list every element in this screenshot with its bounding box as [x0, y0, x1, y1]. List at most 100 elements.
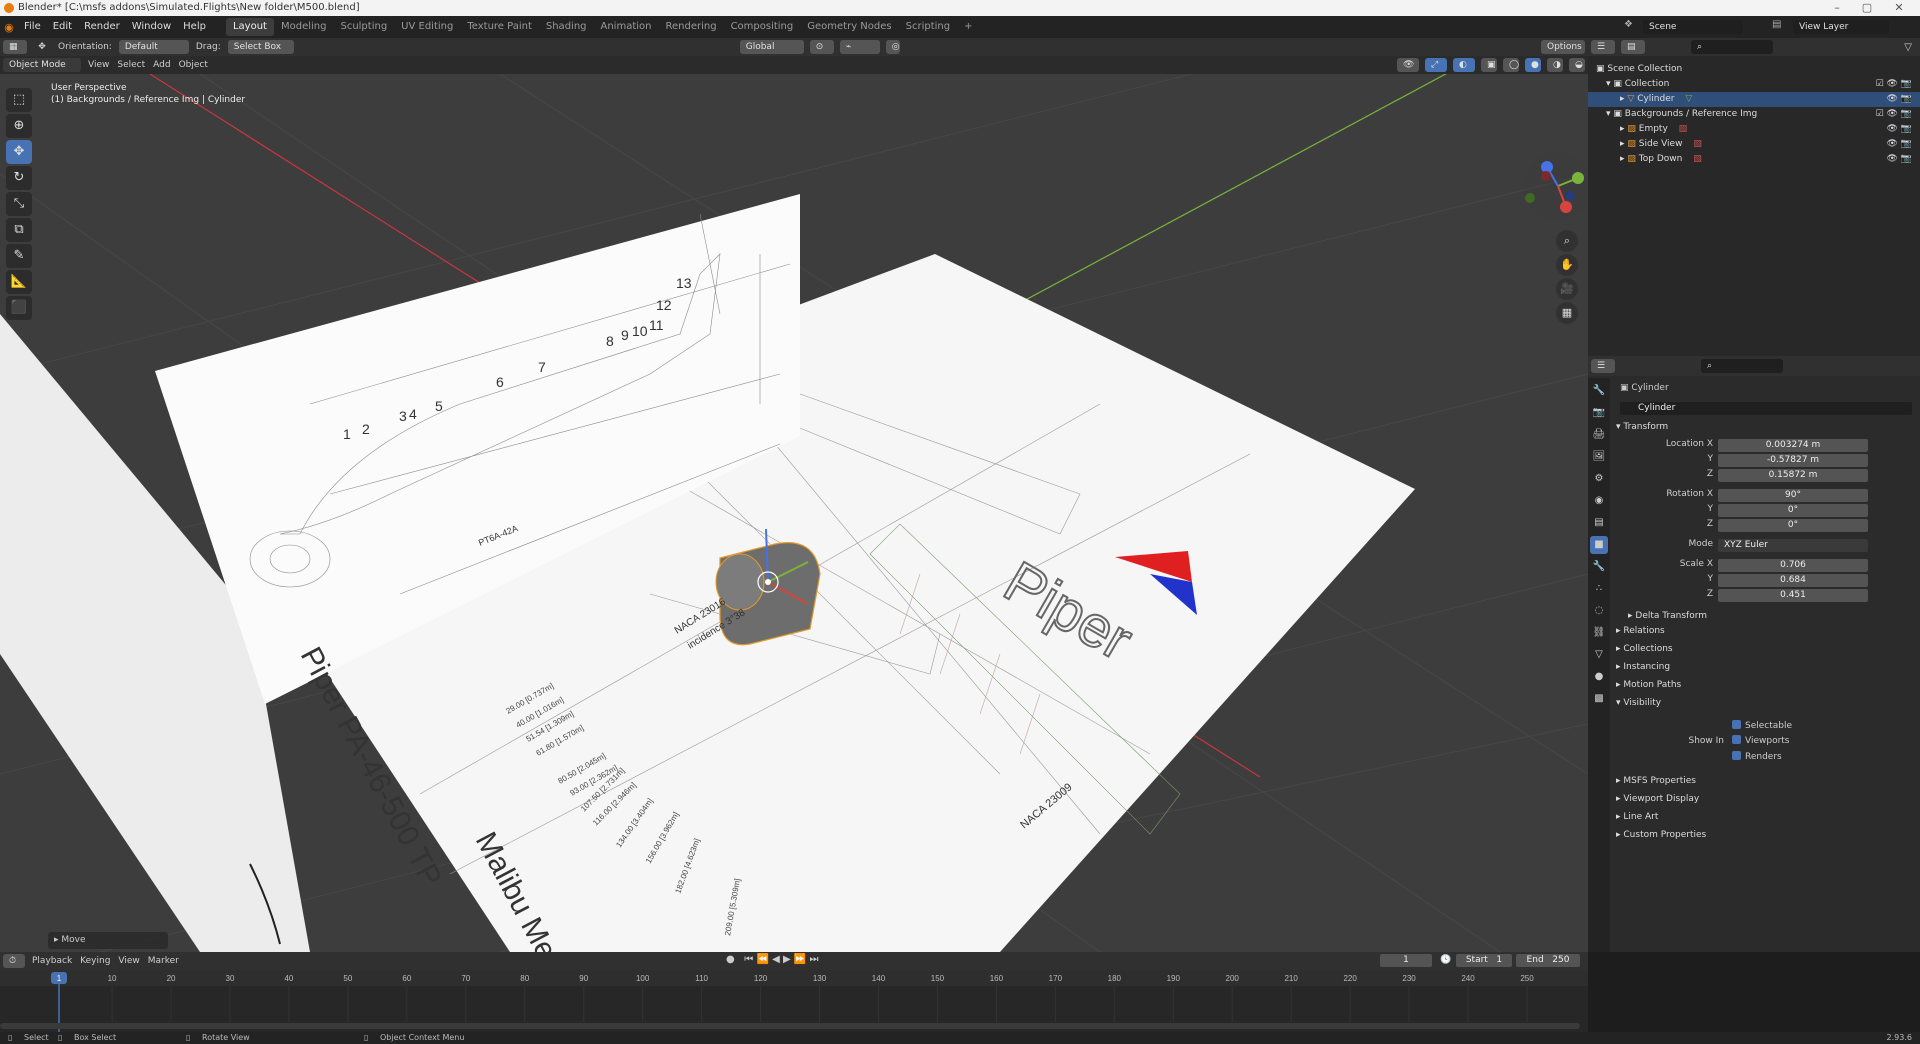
material-shading-icon[interactable]: ◑	[1547, 58, 1563, 72]
gizmo-x-handle[interactable]	[1560, 201, 1572, 213]
zoom-icon[interactable]: ⌕	[1556, 230, 1578, 252]
rotation-x-field[interactable]: 90°	[1718, 489, 1868, 502]
transform-tool-icon[interactable]: ⧉	[6, 218, 32, 242]
workspace-tab-scripting[interactable]: Scripting	[899, 18, 957, 36]
timeline-editor-type-button[interactable]: ⏱	[3, 954, 25, 968]
camera-view-icon[interactable]: 🎥	[1556, 278, 1578, 300]
timeline-area[interactable]: 10 20 30 40 50 60 70 80 90 100 110 120 130 140 150 160 1…	[0, 970, 1588, 1032]
ortho-toggle-icon[interactable]: ▦	[1556, 302, 1578, 324]
viewport-menu-object[interactable]: Object	[179, 60, 208, 70]
snapping-dropdown[interactable]: ⌁	[839, 40, 880, 54]
menu-window[interactable]: Window	[126, 16, 177, 38]
prev-keyframe-icon[interactable]: ⏪	[756, 954, 768, 965]
transform-pivot-icon[interactable]: ✥	[30, 42, 54, 52]
timeline-scrollbar[interactable]	[0, 1023, 1580, 1029]
next-keyframe-icon[interactable]: ⏩	[794, 954, 806, 965]
move-tool-icon[interactable]: ✥	[6, 140, 32, 164]
outliner-row-side-view[interactable]: ▸ ▨ Side View ▧ 👁 📷	[1588, 137, 1920, 152]
gizmo-toggle-icon[interactable]: ⤢	[1425, 58, 1447, 72]
outliner-row-top-down[interactable]: ▸ ▨ Top Down ▧ 👁 📷	[1588, 152, 1920, 167]
gizmo-neg-x-handle[interactable]	[1541, 171, 1551, 181]
playback-menu[interactable]: Playback	[32, 956, 72, 966]
menu-help[interactable]: Help	[177, 16, 212, 38]
object-mode-dropdown[interactable]: Object Mode	[3, 58, 81, 72]
modifier-tab-icon[interactable]: 🔧	[1590, 558, 1608, 576]
view-layer-tab-icon[interactable]: 🖼	[1590, 448, 1608, 466]
msfs-properties-section[interactable]: ▸ MSFS Properties	[1616, 776, 1696, 786]
location-x-field[interactable]: 0.003274 m	[1718, 439, 1868, 452]
scene-selector[interactable]: Scene	[1643, 20, 1743, 34]
world-tab-icon[interactable]: ◉	[1590, 492, 1608, 510]
scale-tool-icon[interactable]: ⤡	[6, 192, 32, 216]
workspace-tab-compositing[interactable]: Compositing	[724, 18, 801, 36]
jump-end-icon[interactable]: ⏭	[810, 954, 819, 965]
viewport-menu-select[interactable]: Select	[117, 60, 145, 70]
keying-menu[interactable]: Keying	[80, 956, 110, 966]
filter-icon[interactable]: ▽	[1904, 42, 1912, 53]
add-workspace-button[interactable]: +	[957, 18, 979, 36]
options-dropdown[interactable]: Options	[1541, 40, 1585, 54]
location-z-field[interactable]: 0.15872 m	[1718, 469, 1868, 482]
visibility-selectability-icon[interactable]: 👁	[1397, 58, 1419, 72]
viewport-display-section[interactable]: ▸ Viewport Display	[1616, 794, 1699, 804]
workspace-tab-rendering[interactable]: Rendering	[658, 18, 723, 36]
outliner-row-collection[interactable]: ▾ ▣ Collection ☑ 👁 📷	[1588, 77, 1920, 92]
transform-orientation-dropdown[interactable]: Global	[739, 40, 804, 54]
outliner-row-empty[interactable]: ▸ ▨ Empty ▧ 👁 📷	[1588, 122, 1920, 137]
scale-z-field[interactable]: 0.451	[1718, 589, 1868, 602]
add-cube-tool-icon[interactable]: ⬛	[6, 296, 32, 320]
object-name-field[interactable]: Cylinder	[1620, 402, 1912, 415]
row-visibility-icons[interactable]: ☑ 👁 📷	[1876, 77, 1912, 92]
outliner-search-field[interactable]: ⌕	[1691, 40, 1773, 54]
outliner-row-scene-collection[interactable]: ▣ Scene Collection	[1588, 62, 1920, 77]
output-tab-icon[interactable]: 🖨	[1590, 426, 1608, 444]
properties-search-field[interactable]: ⌕	[1701, 359, 1783, 373]
workspace-tab-modeling[interactable]: Modeling	[274, 18, 334, 36]
navigation-gizmo[interactable]	[1524, 152, 1588, 220]
selectable-checkbox[interactable]: Selectable	[1732, 720, 1792, 731]
viewport-scene[interactable]: Piper Piper PA-46-500 TP Malibu Meridi N…	[0, 74, 1588, 952]
timeline-view-menu[interactable]: View	[118, 956, 139, 966]
end-frame-field[interactable]: End 250	[1516, 954, 1580, 967]
workspace-tab-layout[interactable]: Layout	[225, 18, 274, 36]
pan-hand-icon[interactable]: ✋	[1556, 254, 1578, 276]
motion-paths-section[interactable]: ▸ Motion Paths	[1616, 680, 1681, 690]
annotate-tool-icon[interactable]: ✎	[6, 244, 32, 268]
operator-expand-icon[interactable]: ▸	[54, 935, 59, 945]
outliner-row-cylinder[interactable]: ▸ ▽ Cylinder ▽ 👁 📷	[1588, 92, 1920, 107]
delta-transform-section[interactable]: ▸ Delta Transform	[1628, 611, 1707, 621]
blender-menu-icon[interactable]: ◉	[0, 21, 18, 34]
menu-file[interactable]: File	[18, 16, 47, 38]
visibility-section[interactable]: ▾ Visibility	[1616, 698, 1661, 708]
wireframe-shading-icon[interactable]: ◯	[1503, 58, 1519, 72]
pivot-point-dropdown[interactable]: ⊙	[809, 40, 834, 54]
scene-tab-icon[interactable]: ⚙	[1590, 470, 1608, 488]
gizmo-y-handle[interactable]	[1572, 172, 1584, 184]
transform-section-header[interactable]: ▾ Transform	[1616, 422, 1668, 432]
rendered-shading-icon[interactable]: ◒	[1569, 58, 1585, 72]
row-visibility-icons[interactable]: 👁 📷	[1887, 137, 1913, 152]
properties-editor-type-button[interactable]: ☰	[1591, 359, 1615, 373]
viewports-checkbox[interactable]: Viewports	[1732, 735, 1790, 746]
view-layer-icon[interactable]: ▤	[1772, 19, 1781, 30]
collection-tab-icon[interactable]: ▤	[1590, 514, 1608, 532]
editor-type-button[interactable]: ▦	[3, 40, 27, 54]
select-tool-icon[interactable]: ⬚	[6, 88, 32, 112]
render-tab-icon[interactable]: 📷	[1590, 404, 1608, 422]
collections-section[interactable]: ▸ Collections	[1616, 644, 1673, 654]
physics-tab-icon[interactable]: ◌	[1590, 602, 1608, 620]
current-frame-field[interactable]: 1	[1380, 954, 1432, 967]
workspace-tab-sculpting[interactable]: Sculpting	[333, 18, 394, 36]
marker-menu[interactable]: Marker	[148, 956, 179, 966]
location-y-field[interactable]: -0.57827 m	[1718, 454, 1868, 467]
scene-icon[interactable]: ❖	[1624, 19, 1633, 30]
workspace-tab-animation[interactable]: Animation	[594, 18, 659, 36]
cursor-tool-icon[interactable]: ⊕	[6, 114, 32, 138]
play-reverse-icon[interactable]: ◀	[772, 954, 780, 965]
minimize-icon[interactable]: –	[1822, 0, 1852, 16]
3d-viewport[interactable]: Piper Piper PA-46-500 TP Malibu Meridi N…	[0, 74, 1588, 952]
clock-icon[interactable]: 🕓	[1440, 955, 1451, 965]
measure-tool-icon[interactable]: 📐	[6, 270, 32, 294]
constraints-tab-icon[interactable]: ⛓	[1590, 624, 1608, 642]
instancing-section[interactable]: ▸ Instancing	[1616, 662, 1670, 672]
